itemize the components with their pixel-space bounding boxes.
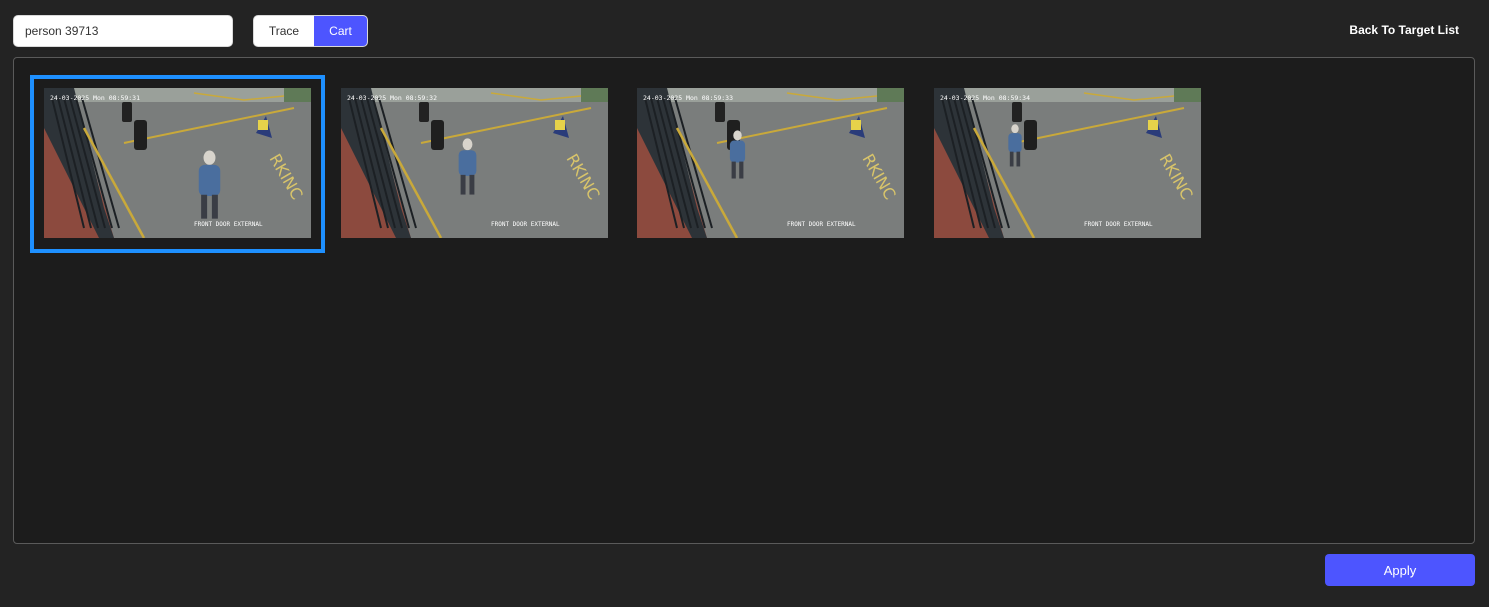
- camera-frame: RKINC 24-03-2025 Mon 08:59:33 FRONT DOOR E…: [637, 88, 904, 238]
- timestamp-overlay: 24-03-2025 Mon 08:59:34: [940, 94, 1030, 102]
- view-toggle: Trace Cart: [253, 15, 368, 47]
- apply-button[interactable]: Apply: [1325, 554, 1475, 586]
- cctv-scene: RKINC24-03-2025 Mon 08:59:32FRONT DOOR E…: [341, 88, 608, 238]
- back-to-target-list-link[interactable]: Back To Target List: [1349, 23, 1459, 37]
- timestamp-overlay: 24-03-2025 Mon 08:59:32: [347, 94, 437, 102]
- camera-name-overlay: FRONT DOOR EXTERNAL: [1084, 221, 1153, 228]
- thumbnail-card[interactable]: RKINC 24-03-2025 Mon 08:59:33 FRONT DOOR E…: [623, 75, 918, 253]
- camera-frame: RKINC 24-03-2025 Mon 08:59:32 FRONT DOOR E…: [341, 88, 608, 238]
- thumbnail-card[interactable]: RKINC 24-03-2025 Mon 08:59:34 FRONT DOOR E…: [920, 75, 1215, 253]
- thumbnail-card[interactable]: RKINC 24-03-2025 Mon 08:59:32 FRONT DOOR E…: [327, 75, 622, 253]
- tab-trace[interactable]: Trace: [254, 16, 314, 46]
- thumbnail-panel: RKINC 24-03-2025 Mon 08:59:31 FRONT DOOR E…: [13, 57, 1475, 544]
- cctv-scene: RKINC24-03-2025 Mon 08:59:33FRONT DOOR E…: [637, 88, 904, 238]
- cctv-scene: RKINC24-03-2025 Mon 08:59:31FRONT DOOR E…: [44, 88, 311, 238]
- timestamp-overlay: 24-03-2025 Mon 08:59:33: [643, 94, 733, 102]
- timestamp-overlay: 24-03-2025 Mon 08:59:31: [50, 94, 140, 102]
- cctv-scene: RKINC24-03-2025 Mon 08:59:34FRONT DOOR E…: [934, 88, 1201, 238]
- camera-name-overlay: FRONT DOOR EXTERNAL: [491, 221, 560, 228]
- app-root: Trace Cart Back To Target List RKINC24-0…: [0, 0, 1489, 607]
- search-input[interactable]: [13, 15, 233, 47]
- camera-name-overlay: FRONT DOOR EXTERNAL: [787, 221, 856, 228]
- camera-frame: RKINC 24-03-2025 Mon 08:59:31 FRONT DOOR E…: [44, 88, 311, 238]
- camera-name-overlay: FRONT DOOR EXTERNAL: [194, 221, 263, 228]
- tab-cart[interactable]: Cart: [314, 16, 367, 46]
- camera-frame: RKINC 24-03-2025 Mon 08:59:34 FRONT DOOR E…: [934, 88, 1201, 238]
- thumbnail-card[interactable]: RKINC 24-03-2025 Mon 08:59:31 FRONT DOOR E…: [30, 75, 325, 253]
